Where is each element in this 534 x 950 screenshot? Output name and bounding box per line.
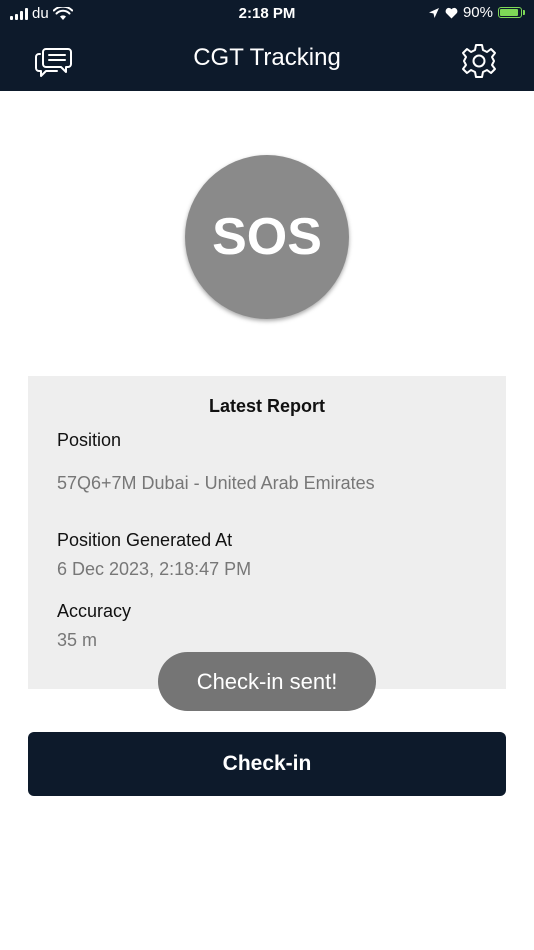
settings-button[interactable] [460,42,498,80]
toast-text: Check-in sent! [196,668,338,694]
toast-message: Check-in sent! [158,652,376,711]
check-in-button[interactable]: Check-in [28,732,506,796]
position-label: Position [57,430,122,450]
battery-percent: 90% [462,4,493,21]
position-value: 57Q6+7M Dubai - United Arab Emirates [57,473,375,493]
status-right: 90% [428,4,525,21]
latest-report-card: Latest Report Position 57Q6+7M Dubai - U… [28,376,506,689]
gear-icon [462,44,496,78]
page-title: CGT Tracking [193,44,341,71]
accuracy-label: Accuracy [57,601,132,621]
generated-at-value: 6 Dec 2023, 2:18:47 PM [57,559,252,579]
heart-icon [445,7,458,18]
location-arrow-icon [428,7,439,18]
app-header: du 2:18 PM 90% CGT Tracking [0,0,534,91]
sos-button[interactable]: SOS [185,155,349,319]
report-title: Latest Report [208,396,325,416]
accuracy-value: 35 m [57,630,98,650]
generated-at-label: Position Generated At [57,530,233,550]
check-in-label: Check-in [222,752,312,775]
status-bar: du 2:18 PM 90% [0,0,534,30]
sos-label: SOS [212,208,322,266]
battery-icon [498,7,525,18]
